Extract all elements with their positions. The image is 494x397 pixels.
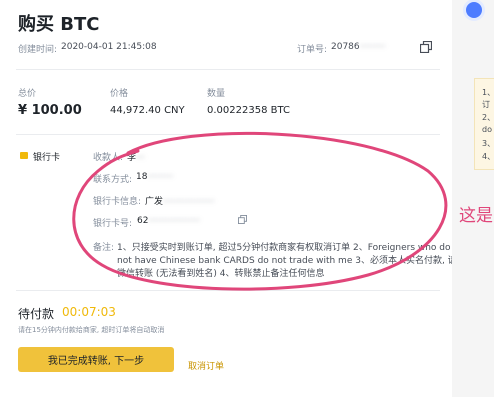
payee-label: 收款人:: [93, 153, 124, 163]
contact-value: 18·········: [136, 172, 173, 182]
copy-icon[interactable]: [238, 215, 247, 224]
quantity-value: 0.00222358 BTC: [207, 105, 290, 116]
pending-payment-label: 待付款: [18, 307, 55, 321]
side-line: do: [482, 125, 492, 134]
user-avatar[interactable]: [466, 2, 482, 18]
remark-line-2: not have Chinese bank CARDS do not trade…: [117, 256, 466, 266]
payee-masked: ···: [136, 153, 145, 163]
remark-line-1: 1、只接受实时到账订单, 超过5分钟付款商家有权取消订单 2、Foreigner…: [117, 243, 451, 253]
card-number-value: 62··················: [137, 216, 200, 226]
side-line: 订: [482, 100, 490, 109]
divider: [16, 69, 440, 70]
created-time-value: 2020-04-01 21:45:08: [61, 42, 157, 52]
contact-label: 联系方式:: [93, 175, 133, 185]
bank-info-masked: ··················: [163, 197, 215, 207]
divider: [16, 290, 440, 291]
total-label: 总价: [18, 89, 37, 99]
page-title: 购买 BTC: [18, 14, 100, 35]
card-number-label: 银行卡号:: [93, 219, 133, 229]
transfer-done-button[interactable]: 我已完成转账, 下一步: [18, 347, 174, 372]
order-number-masked: ·········: [359, 42, 386, 52]
price-value: 44,972.40 CNY: [110, 105, 185, 116]
remark-line-3: 微信转账 (无法看到姓名) 4、转账禁止备注任何信息: [117, 269, 325, 279]
price-label: 价格: [110, 89, 129, 99]
cancel-order-link[interactable]: 取消订单: [188, 359, 224, 372]
side-notice-card: 1、 订 2、 do 3、 4、: [474, 78, 494, 170]
remark-label: 备注:: [93, 243, 115, 253]
side-line: 1、: [482, 88, 494, 97]
bank-info-label: 银行卡信息:: [93, 197, 142, 207]
bank-info-visible: 广发: [145, 197, 164, 207]
copy-icon[interactable]: [420, 41, 432, 53]
payee-visible: 李: [127, 153, 137, 163]
contact-masked: ·········: [147, 172, 174, 182]
side-panel: [452, 0, 494, 397]
order-number-value: 20786·········: [331, 42, 385, 52]
order-number-visible: 20786: [331, 42, 360, 52]
created-time-label: 创建时间:: [18, 45, 58, 55]
payee-value: 李···: [127, 150, 145, 163]
payment-timeout-hint: 请在15分钟内付款给商家, 超时订单将自动取消: [18, 326, 165, 334]
countdown-timer: 00:07:03: [62, 305, 116, 319]
bank-info-value: 广发··················: [145, 194, 215, 207]
bank-card-icon: [20, 152, 28, 159]
card-number-visible: 62: [137, 216, 149, 226]
order-detail-panel: 购买 BTC 创建时间: 2020-04-01 21:45:08 订单号: 20…: [0, 0, 466, 397]
total-value: ¥ 100.00: [18, 103, 82, 118]
payment-method-tab[interactable]: 银行卡: [33, 150, 60, 163]
quantity-label: 数量: [207, 89, 226, 99]
divider: [16, 134, 440, 135]
contact-visible: 18: [136, 172, 148, 182]
overlay-caption: 这是: [459, 206, 493, 226]
card-number-masked: ··················: [148, 216, 200, 226]
side-line: 2、: [482, 113, 494, 122]
order-number-label: 订单号:: [297, 45, 328, 55]
side-line: 3、: [482, 139, 494, 148]
side-line: 4、: [482, 152, 494, 161]
